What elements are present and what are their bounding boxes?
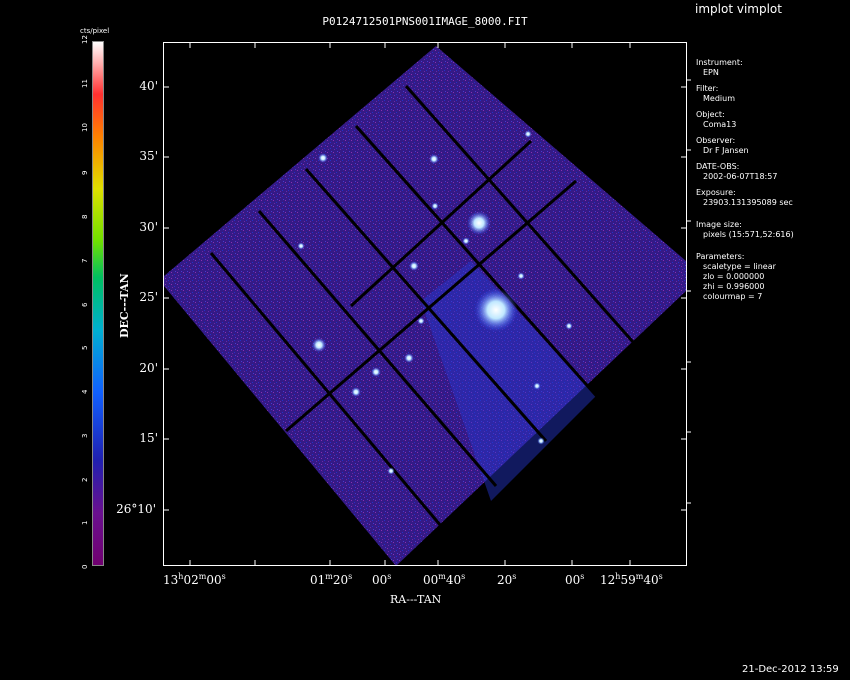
y-tick-label: 15'	[139, 431, 158, 445]
exposure-label: Exposure:	[696, 188, 736, 197]
observer-value: Dr F Jansen	[703, 146, 749, 155]
y-tick-label: 25'	[139, 290, 158, 304]
parameters-label: Parameters:	[696, 252, 745, 261]
x-tick-label: 20s	[497, 572, 517, 587]
filter-label: Filter:	[696, 84, 719, 93]
image-size-value: pixels (15:571,52:616)	[703, 230, 794, 239]
date-value: 2002-06-07T18:57	[703, 172, 778, 181]
image-size-label: Image size:	[696, 220, 742, 229]
observer-label: Observer:	[696, 136, 736, 145]
y-tick-label: 26°10'	[116, 502, 156, 516]
x-tick-label: 01m20s	[310, 572, 353, 587]
instrument-label: Instrument:	[696, 58, 743, 67]
x-tick-label: 00s	[372, 572, 392, 587]
x-tick-label: 00m40s	[423, 572, 466, 587]
y-tick-label: 30'	[139, 220, 158, 234]
info-panel: Instrument: EPN Filter: Medium Object: Coma…	[696, 58, 794, 308]
exposure-value: 23903.131395089 sec	[703, 198, 793, 207]
filter-value: Medium	[703, 94, 735, 103]
y-tick-label: 20'	[139, 361, 158, 375]
scaletype-value: scaletype = linear	[703, 262, 776, 271]
x-tick-label: 13h02m00s	[163, 572, 226, 587]
x-tick-label: 00s	[565, 572, 585, 587]
colourmap-value: colourmap = 7	[703, 292, 763, 301]
date-label: DATE-OBS:	[696, 162, 740, 171]
y-tick-label: 35'	[139, 149, 158, 163]
object-label: Object:	[696, 110, 725, 119]
object-value: Coma13	[703, 120, 737, 129]
x-tick-label: 12h59m40s	[600, 572, 663, 587]
instrument-value: EPN	[703, 68, 719, 77]
y-tick-label: 40'	[139, 79, 158, 93]
timestamp: 21-Dec-2012 13:59	[742, 664, 839, 675]
zhi-value: zhi = 0.996000	[703, 282, 765, 291]
zlo-value: zlo = 0.000000	[703, 272, 765, 281]
